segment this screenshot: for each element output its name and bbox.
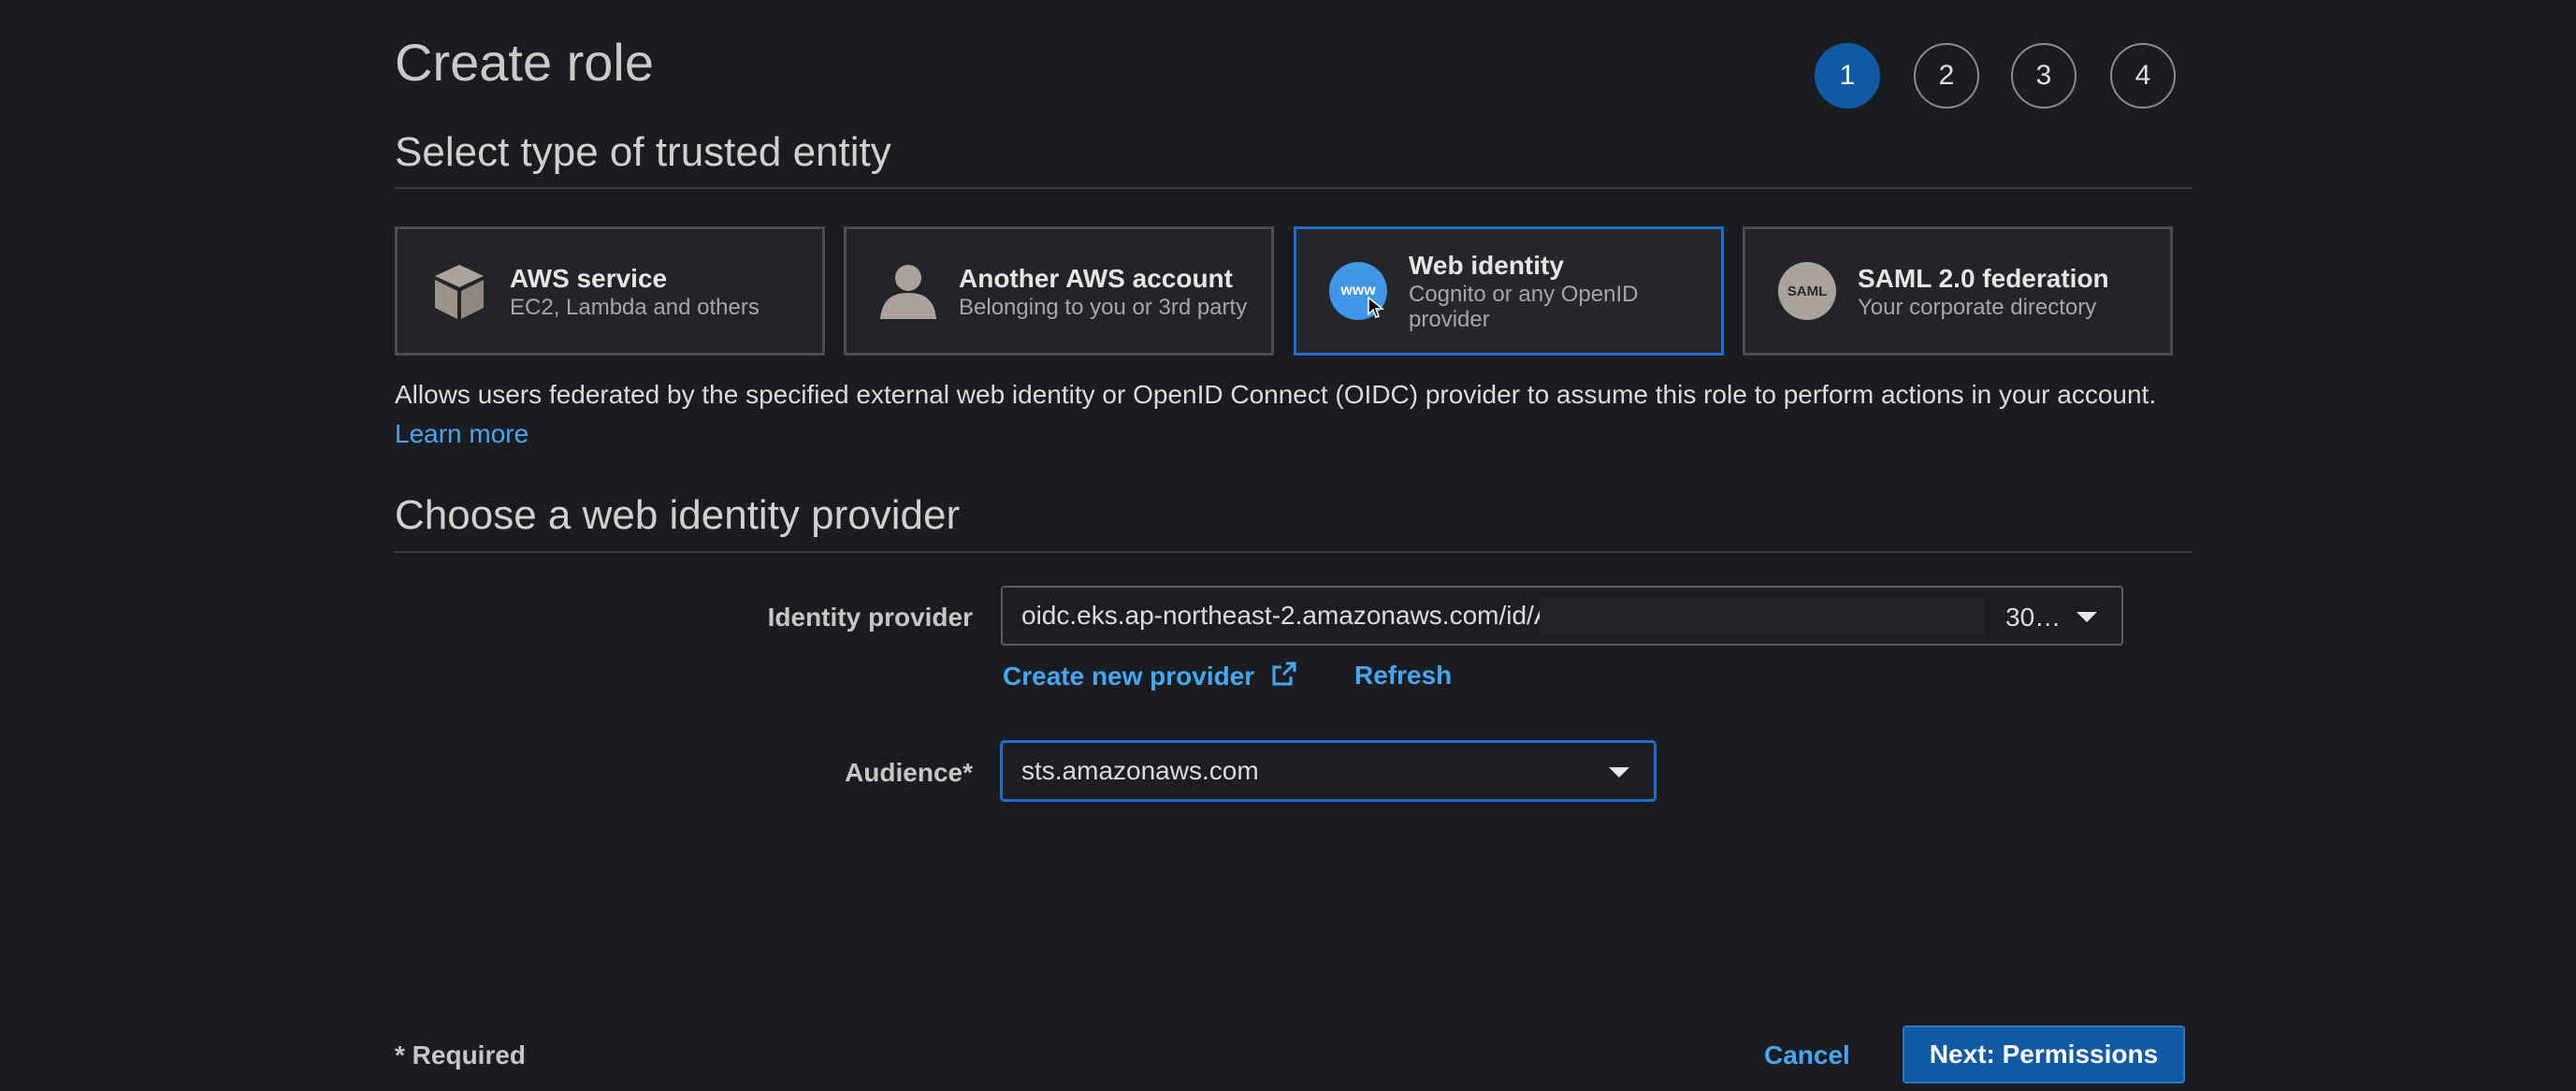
external-link-icon	[1272, 662, 1296, 686]
entity-description: Allows users federated by the specified …	[395, 380, 2157, 409]
create-new-provider-link[interactable]: Create new provider	[1003, 661, 1297, 691]
create-role-page: Create role 1 2 3 4 Select type of trust…	[0, 0, 2576, 1091]
step-4[interactable]: 4	[2110, 43, 2176, 109]
card-title: SAML 2.0 federation	[1858, 263, 2109, 293]
next-permissions-button[interactable]: Next: Permissions	[1903, 1026, 2185, 1084]
cancel-button[interactable]: Cancel	[1764, 1040, 1850, 1070]
saml-badge: SAML	[1778, 262, 1836, 320]
step-1[interactable]: 1	[1815, 43, 1880, 109]
entity-section-title: Select type of trusted entity	[395, 129, 891, 175]
card-subtitle: Belonging to you or 3rd party	[959, 294, 1248, 320]
saml-icon: SAML	[1777, 261, 1837, 321]
divider	[395, 551, 2192, 553]
card-title: AWS service	[510, 263, 668, 293]
identity-provider-value-suffix: 30…	[2005, 603, 2062, 632]
learn-more-link[interactable]: Learn more	[395, 419, 528, 449]
chevron-down-icon	[2077, 612, 2097, 622]
required-note: * Required	[395, 1040, 527, 1069]
box-icon	[429, 261, 489, 321]
mouse-cursor-icon	[1368, 297, 1384, 318]
step-2[interactable]: 2	[1914, 43, 1979, 109]
create-new-provider-label: Create new provider	[1003, 662, 1255, 691]
audience-select[interactable]: sts.amazonaws.com	[1001, 741, 1656, 801]
card-subtitle: Cognito or any OpenID provider	[1409, 282, 1639, 332]
refresh-button[interactable]: Refresh	[1354, 661, 1452, 691]
card-subtitle: Your corporate directory	[1858, 294, 2097, 320]
redacted-text	[1540, 597, 1985, 634]
card-subtitle: EC2, Lambda and others	[510, 294, 760, 320]
card-another-aws-account[interactable]: Another AWS account Belonging to you or …	[844, 226, 1274, 356]
card-title: Web identity	[1409, 251, 1564, 280]
audience-value: sts.amazonaws.com	[1021, 756, 1259, 785]
chevron-down-icon	[1609, 767, 1629, 778]
identity-provider-value: oidc.eks.ap-northeast-2.amazonaws.com/id…	[1021, 601, 1552, 630]
divider	[395, 187, 2192, 189]
identity-provider-label: Identity provider	[767, 603, 973, 632]
card-web-identity[interactable]: www Web identity Cognito or any OpenID p…	[1294, 226, 1724, 356]
provider-section-title: Choose a web identity provider	[395, 492, 961, 538]
identity-provider-select[interactable]: oidc.eks.ap-northeast-2.amazonaws.com/id…	[1001, 586, 2123, 646]
card-title: Another AWS account	[959, 263, 1233, 293]
www-icon: www	[1328, 261, 1388, 321]
audience-label: Audience*	[845, 758, 973, 787]
step-3[interactable]: 3	[2011, 43, 2077, 109]
card-saml-federation[interactable]: SAML SAML 2.0 federation Your corporate …	[1743, 226, 2173, 356]
card-aws-service[interactable]: AWS service EC2, Lambda and others	[395, 226, 825, 356]
user-icon	[878, 261, 938, 321]
page-title: Create role	[395, 33, 655, 92]
